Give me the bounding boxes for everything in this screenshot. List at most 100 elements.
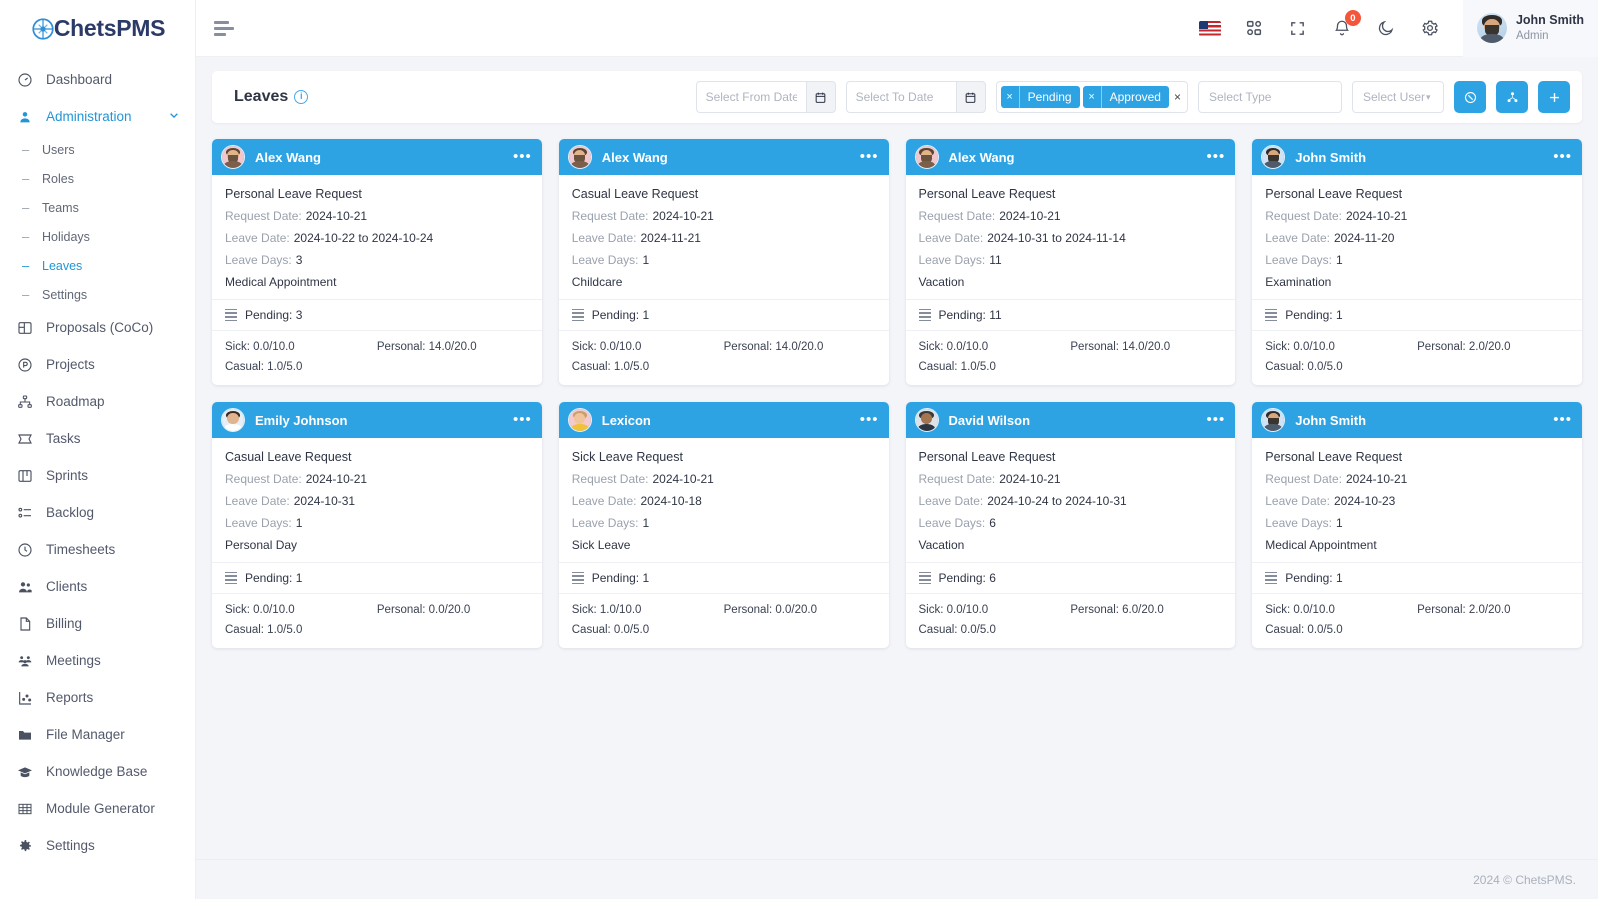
leave-days-label: Leave Days: — [225, 516, 292, 530]
footer-text: 2024 © ChetsPMS. — [1473, 872, 1576, 887]
request-date-value: 2024-10-21 — [652, 209, 714, 223]
sidebar-item-reports[interactable]: Reports — [0, 679, 195, 716]
notification-badge: 0 — [1344, 10, 1361, 26]
gear-icon — [16, 837, 34, 855]
sidebar-item-projects[interactable]: Projects — [0, 346, 195, 383]
card-menu-icon[interactable]: ••• — [1553, 149, 1572, 164]
card-body: Casual Leave Request Request Date: 2024-1… — [559, 175, 889, 299]
card-body: Sick Leave Request Request Date: 2024-10-… — [559, 438, 889, 562]
to-date-field[interactable] — [845, 81, 986, 113]
sick-balance: Sick: 0.0/10.0 — [225, 604, 295, 616]
clear-all-tags-icon[interactable]: × — [1174, 90, 1181, 104]
remove-tag-icon[interactable]: × — [1083, 86, 1102, 108]
sidebar-item-tasks[interactable]: Tasks — [0, 420, 195, 457]
sick-balance: Sick: 0.0/10.0 — [225, 341, 295, 353]
flag-us-icon[interactable] — [1198, 17, 1221, 39]
calendar-icon[interactable] — [805, 81, 836, 113]
status-multiselect[interactable]: × Pending × Approved × — [995, 81, 1188, 113]
list-icon — [225, 571, 237, 585]
card-header: John Smith ••• — [1252, 139, 1582, 175]
sidebar-item-label: Sprints — [46, 468, 89, 483]
sidebar-item-backlog[interactable]: Backlog — [0, 494, 195, 531]
leave-card[interactable]: David Wilson ••• Personal Leave Request … — [905, 402, 1236, 648]
brand-logo-area[interactable]: ChetsPMS — [0, 0, 195, 57]
sidebar-item-holidays[interactable]: – Holidays — [0, 222, 195, 251]
casual-balance: Casual: 1.0/5.0 — [225, 624, 303, 636]
card-menu-icon[interactable]: ••• — [1553, 412, 1572, 427]
add-leave-button[interactable] — [1538, 81, 1570, 113]
chevron-down-icon[interactable] — [169, 110, 179, 123]
card-status: Pending: 1 — [558, 299, 889, 331]
sidebar-item-roles[interactable]: – Roles — [0, 164, 195, 193]
leave-card[interactable]: Alex Wang ••• Casual Leave Request Reque… — [558, 139, 889, 385]
sidebar-item-timesheets[interactable]: Timesheets — [0, 531, 195, 568]
avatar — [567, 145, 592, 169]
sidebar-item-label: Settings — [46, 838, 95, 853]
sidebar-item-dashboard[interactable]: Dashboard — [0, 61, 195, 98]
card-menu-icon[interactable]: ••• — [1206, 149, 1225, 164]
leave-days-value: 1 — [295, 516, 303, 530]
personal-balance: Personal: 0.0/20.0 — [376, 604, 471, 616]
sidebar-item-proposals[interactable]: Proposals (CoCo) — [0, 309, 195, 346]
sidebar-item-users[interactable]: – Users — [0, 135, 195, 164]
leave-card[interactable]: Alex Wang ••• Personal Leave Request Req… — [212, 139, 542, 385]
layout-icon — [16, 319, 34, 337]
reset-filter-button[interactable] — [1454, 81, 1486, 113]
leave-reason: Personal Day — [225, 538, 298, 552]
assign-user-button[interactable] — [1496, 81, 1528, 113]
moon-icon[interactable] — [1375, 17, 1397, 39]
personal-balance: Personal: 6.0/20.0 — [1070, 604, 1164, 616]
sidebar-item-admin-settings[interactable]: – Settings — [0, 280, 195, 309]
avatar — [1476, 13, 1507, 43]
select-type-dropdown[interactable]: Select Type — [1198, 81, 1342, 113]
sidebar-item-leaves[interactable]: – Leaves — [0, 251, 195, 280]
info-icon[interactable]: i — [294, 90, 309, 104]
card-menu-icon[interactable]: ••• — [1206, 412, 1225, 427]
leave-card[interactable]: Alex Wang ••• Personal Leave Request Req… — [905, 139, 1236, 385]
leave-card[interactable]: Lexicon ••• Sick Leave Request Request D… — [558, 402, 889, 648]
sidebar-item-file-manager[interactable]: File Manager — [0, 716, 195, 753]
profile-menu[interactable]: John Smith Admin — [1462, 0, 1598, 57]
leave-card[interactable]: John Smith ••• Personal Leave Request Re… — [1252, 402, 1582, 648]
bell-icon[interactable]: 0 — [1331, 10, 1361, 39]
leave-reason: Childcare — [571, 275, 623, 289]
sidebar-item-roadmap[interactable]: Roadmap — [0, 383, 195, 420]
card-menu-icon[interactable]: ••• — [860, 149, 879, 164]
to-date-input[interactable] — [845, 81, 956, 113]
chevron-down-icon: ▾ — [1426, 91, 1431, 102]
fullscreen-icon[interactable] — [1287, 17, 1309, 39]
sick-balance: Sick: 0.0/10.0 — [1265, 604, 1335, 616]
leave-card[interactable]: John Smith ••• Personal Leave Request Re… — [1252, 139, 1582, 385]
remove-tag-icon[interactable]: × — [1001, 86, 1020, 108]
card-menu-icon[interactable]: ••• — [513, 149, 532, 164]
apps-grid-icon[interactable] — [1243, 17, 1265, 39]
sidebar-item-clients[interactable]: Clients — [0, 568, 195, 605]
sidebar-item-teams[interactable]: – Teams — [0, 193, 195, 222]
calendar-icon[interactable] — [955, 81, 986, 113]
sidebar-item-administration[interactable]: Administration — [0, 98, 195, 135]
sidebar: ChetsPMS Dashboard Administration – User… — [0, 0, 196, 899]
sidebar-item-module-generator[interactable]: Module Generator — [0, 790, 195, 827]
status-tag-pending[interactable]: × Pending — [1000, 86, 1080, 108]
gear-icon[interactable] — [1419, 17, 1441, 39]
sidebar-item-sprints[interactable]: Sprints — [0, 457, 195, 494]
personal-balance: Personal: 14.0/20.0 — [1070, 341, 1171, 353]
card-menu-icon[interactable]: ••• — [513, 412, 532, 427]
page-title-text: Leaves — [234, 88, 289, 105]
from-date-input[interactable] — [695, 81, 806, 113]
list-icon — [918, 308, 931, 322]
hamburger-menu-icon[interactable] — [214, 20, 234, 36]
status-tag-approved[interactable]: × Approved — [1082, 86, 1169, 108]
select-user-dropdown[interactable]: Select User ▾ — [1352, 81, 1444, 113]
avatar — [1261, 145, 1286, 169]
projects-circle-icon — [16, 356, 34, 374]
leave-card[interactable]: Emily Johnson ••• Casual Leave Request R… — [212, 402, 542, 648]
card-balances: Sick: 0.0/10.0 Personal: 6.0/20.0 Casual:… — [906, 594, 1236, 648]
card-menu-icon[interactable]: ••• — [860, 412, 879, 427]
sidebar-item-knowledge-base[interactable]: Knowledge Base — [0, 753, 195, 790]
from-date-field[interactable] — [695, 81, 836, 113]
sidebar-subitem-label: Users — [42, 142, 75, 157]
sidebar-item-settings[interactable]: Settings — [0, 827, 195, 864]
sidebar-item-billing[interactable]: Billing — [0, 605, 195, 642]
sidebar-item-meetings[interactable]: Meetings — [0, 642, 195, 679]
